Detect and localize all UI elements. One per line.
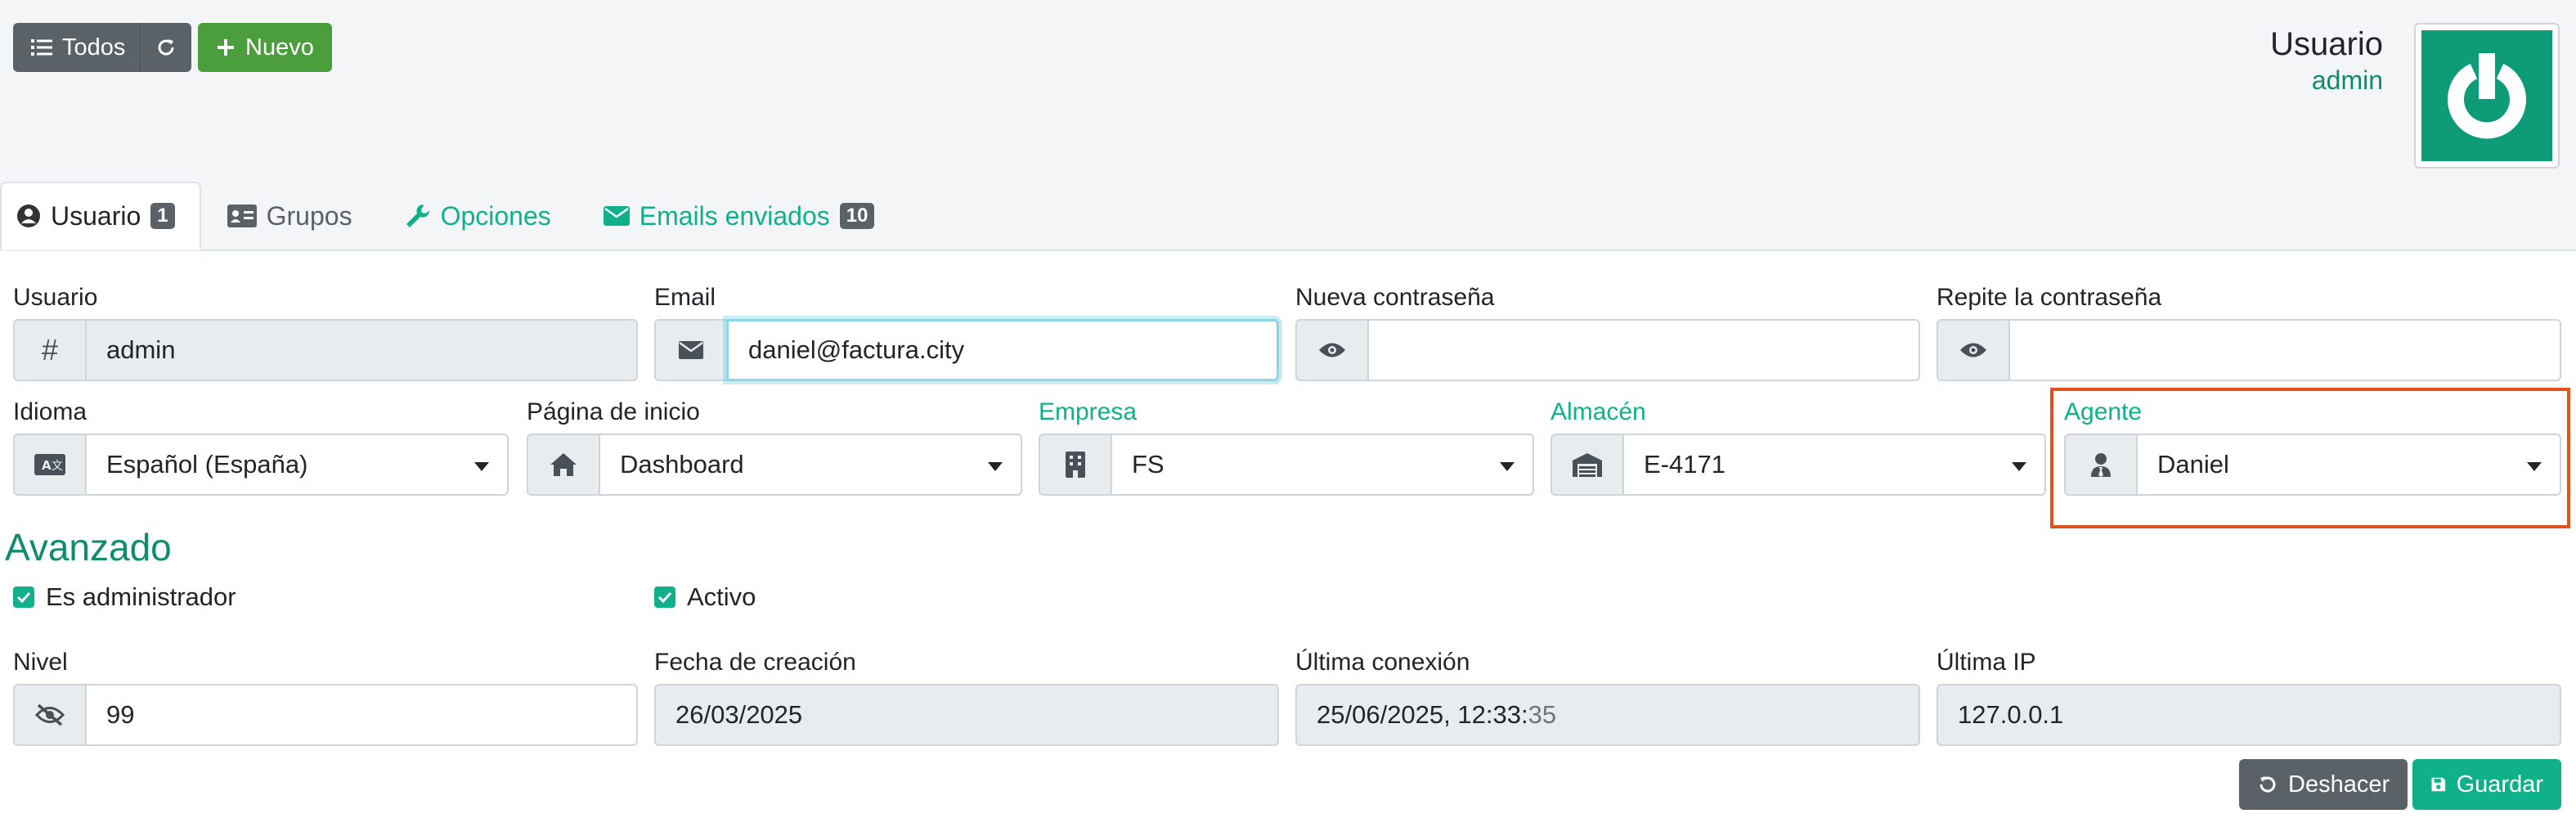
checkbox-checked-icon [654,587,675,608]
save-icon [2431,777,2446,792]
agente-highlight [2050,388,2570,528]
email-label: Email [654,284,716,311]
tab-grupos-label: Grupos [266,200,352,231]
undo-icon [2260,776,2276,793]
user-circle-icon [17,205,40,227]
almacen-field: Almacén E-4171 [1551,396,2046,496]
id-card-icon [227,205,257,227]
page-title: Usuario [2270,26,2383,62]
idioma-select[interactable]: Español (España) [85,434,509,496]
usuario-label: Usuario [13,284,98,311]
pagina-inicio-field: Página de inicio Dashboard [527,396,1022,496]
tab-usuario-label: Usuario [51,200,141,231]
pagina-inicio-label: Página de inicio [527,398,700,425]
undo-button[interactable]: Deshacer [2239,759,2408,810]
fecha-creacion-label: Fecha de creación [654,649,856,676]
save-button-label: Guardar [2456,771,2543,798]
checkbox-checked-icon [13,587,34,608]
new-button[interactable]: Nuevo [198,23,332,72]
fecha-creacion-input: 26/03/2025 [654,684,1279,746]
idioma-label: Idioma [13,398,88,425]
activo-checkbox[interactable]: Activo [654,582,756,612]
almacen-select[interactable]: E-4171 [1622,434,2046,496]
tab-grupos[interactable]: Grupos [201,182,379,250]
envelope-icon [603,206,630,226]
almacen-label: Almacén [1551,398,1646,425]
empresa-select[interactable]: FS [1111,434,1534,496]
es-admin-checkbox[interactable]: Es administrador [13,582,236,612]
ultima-conexion-input: 25/06/2025, 12:33: 35 [1295,684,1920,746]
activo-label: Activo [687,582,756,611]
page-header: Usuario admin [2270,25,2383,97]
tab-usuario[interactable]: Usuario 1 [0,182,201,250]
repeat-password-field: Repite la contraseña [1936,281,2561,381]
usuario-field: Usuario # admin [13,281,638,381]
new-password-input[interactable] [1367,319,1920,381]
all-button-label: Todos [62,34,126,61]
logo [2414,23,2560,169]
ultima-conexion-value: 25/06/2025, 12:33: [1317,700,1528,729]
wrench-icon [406,205,429,227]
tab-opciones[interactable]: Opciones [379,182,577,250]
ultima-conexion-field: Última conexión 25/06/2025, 12:33: 35 [1295,646,1920,746]
repeat-password-label: Repite la contraseña [1936,284,2162,311]
new-password-field: Nueva contraseña [1295,281,1920,381]
all-button[interactable]: Todos [13,23,141,72]
nivel-label: Nivel [13,649,68,676]
ultima-ip-input: 127.0.0.1 [1936,684,2561,746]
empresa-field: Empresa FS [1039,396,1534,496]
refresh-icon [158,39,174,56]
ultima-ip-label: Última IP [1936,649,2036,676]
eye-icon[interactable] [1295,319,1367,381]
repeat-password-input[interactable] [2008,319,2561,381]
warehouse-icon [1551,434,1622,496]
language-icon: A文 [13,434,85,496]
ultima-ip-field: Última IP 127.0.0.1 [1936,646,2561,746]
tab-emails-badge: 10 [839,203,875,229]
new-password-label: Nueva contraseña [1295,284,1495,311]
save-button[interactable]: Guardar [2412,759,2561,810]
page-subtitle: admin [2311,65,2383,95]
building-icon [1039,434,1111,496]
tab-bar: Usuario 1 Grupos Opciones Emails enviado… [0,182,900,250]
eye-slash-icon [13,684,85,746]
ultima-conexion-label: Última conexión [1295,649,1470,676]
pagina-inicio-select[interactable]: Dashboard [599,434,1022,496]
toolbar-group: Todos [13,23,192,72]
empresa-label: Empresa [1039,398,1138,425]
email-input[interactable]: daniel@factura.city [726,319,1279,381]
fecha-creacion-field: Fecha de creación 26/03/2025 [654,646,1279,746]
nivel-input[interactable]: 99 [85,684,638,746]
hash-icon: # [13,319,85,381]
tab-usuario-badge: 1 [150,203,175,229]
tab-emails[interactable]: Emails enviados 10 [577,182,901,250]
idioma-field: Idioma A文 Español (España) [13,396,509,496]
plus-icon [218,39,234,56]
power-logo-icon [2421,30,2552,161]
svg-text:文: 文 [52,460,63,473]
usuario-input[interactable]: admin [85,319,638,381]
home-icon [527,434,599,496]
list-icon [31,39,52,56]
nivel-field: Nivel 99 [13,646,638,746]
new-button-label: Nuevo [245,34,314,61]
eye-icon[interactable] [1936,319,2008,381]
tab-opciones-label: Opciones [440,200,551,231]
envelope-icon [654,319,726,381]
es-admin-label: Es administrador [46,582,236,611]
refresh-button[interactable] [140,23,192,72]
svg-text:A: A [42,458,52,473]
advanced-title: Avanzado [5,526,172,569]
undo-button-label: Deshacer [2288,771,2390,798]
email-field: Email daniel@factura.city [654,281,1279,381]
ultima-conexion-seconds: 35 [1528,700,1557,729]
tab-emails-label: Emails enviados [639,200,830,231]
